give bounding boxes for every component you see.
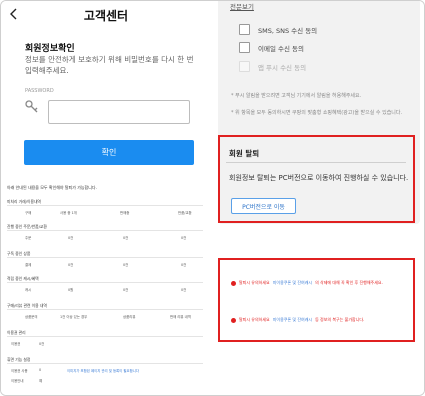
guide-cell: 구매 xyxy=(25,211,32,215)
guide-cell: 판매중 xyxy=(120,211,130,215)
guide-cell: 0건 xyxy=(181,236,187,240)
guide-cell: 판매 리뷰 내역 xyxy=(170,315,191,319)
warning-prefix: 탈퇴시 유의하세요 xyxy=(239,280,270,285)
divider xyxy=(7,230,203,231)
guide-cell: 0건 xyxy=(123,288,129,292)
divider xyxy=(7,282,203,283)
account-confirm-panel: 고객센터 회원정보확인 정보를 안전하게 보호하기 위해 비밀번호를 다시 한 … xyxy=(1,1,211,395)
section-description: 정보를 안전하게 보호하기 위해 비밀번호를 다시 한 번 입력해주세요. xyxy=(25,55,194,75)
withdraw-warning-box: 탈퇴시 유의하세요 미이용쿠폰 및 잔여캐시 의 삭제에 대해 꼭 확인 후 진… xyxy=(218,258,415,342)
email-consent-row[interactable]: 이메일 수신 동의 xyxy=(239,42,304,53)
guide-cell: 캐시 xyxy=(25,288,32,292)
email-consent-label: 이메일 수신 동의 xyxy=(258,44,304,53)
alert-icon xyxy=(231,317,236,323)
settings-panel: 전문보기 SMS, SNS 수신 동의 이메일 수신 동의 앱 푸시 수신 동의… xyxy=(213,1,424,395)
warning-row: 탈퇴시 유의하세요 미이용쿠폰 및 잔여캐시 의 삭제에 대해 꼭 확인 후 진… xyxy=(231,280,383,286)
warning-row: 탈퇴시 유의하세요 미이용쿠폰 및 잔여캐시 등 정보의 복구는 불가합니다. xyxy=(231,317,364,323)
sms-checkbox[interactable] xyxy=(239,24,250,35)
guide-cell: 이용안내 xyxy=(11,379,24,383)
guide-cell: 0건 xyxy=(181,263,187,267)
warning-prefix: 탈퇴시 유의하세요 xyxy=(239,317,270,322)
email-checkbox[interactable] xyxy=(239,42,250,53)
guide-cell: 0건 xyxy=(39,342,45,346)
push-consent-label: 앱 푸시 수신 동의 xyxy=(258,63,307,72)
divider xyxy=(7,336,203,337)
sms-consent-label: SMS, SNS 수신 동의 xyxy=(258,26,318,35)
push-consent-row[interactable]: 앱 푸시 수신 동의 xyxy=(239,61,306,72)
guide-cell: 주문 xyxy=(25,236,32,240)
push-notice: * 푸시 알림을 받으려면 고객님 기기에서 알림을 허용해주세요. xyxy=(231,93,362,99)
guide-link[interactable]: 이미지가 포함된 페이지 관리 및 등록이 필요합니다 xyxy=(67,368,139,373)
guide-cell: 상품리뷰 xyxy=(123,315,136,319)
divider xyxy=(226,162,406,163)
section-title: 회원정보확인 xyxy=(25,44,75,54)
password-label: PASSWORD xyxy=(25,88,54,94)
guide-note: 아래 안내된 내용을 모두 확인해야 탈퇴가 가능합니다. xyxy=(7,185,97,190)
page-title: 고객센터 xyxy=(83,9,129,23)
alert-icon xyxy=(231,280,236,286)
divider xyxy=(7,257,203,258)
guide-cell: 상품문의 xyxy=(25,315,38,319)
withdraw-section: 회원 탈퇴 회원정보 탈퇴는 PC버전으로 이동하여 진행하실 수 있습니다. … xyxy=(218,135,415,223)
guide-cell: 0건 xyxy=(68,236,74,240)
guide-cell: 0건 xyxy=(68,263,74,267)
guide-cell: 사용 중 1개 xyxy=(60,211,77,215)
guide-cell: 반품/교환 xyxy=(178,211,192,215)
guide-cell: 0건 xyxy=(181,288,187,292)
password-input[interactable] xyxy=(48,100,190,124)
confirm-button[interactable]: 확인 xyxy=(24,140,194,165)
warning-link[interactable]: 미이용쿠폰 및 잔여캐시 xyxy=(273,317,312,323)
sms-consent-row[interactable]: SMS, SNS 수신 동의 xyxy=(239,24,317,35)
withdraw-description: 회원정보 탈퇴는 PC버전으로 이동하여 진행하실 수 있습니다. xyxy=(229,174,409,182)
view-all-link[interactable]: 전문보기 xyxy=(230,1,254,11)
guide-cell: 이용권 xyxy=(11,342,21,346)
key-icon xyxy=(25,100,38,113)
guide-cell: 0 xyxy=(39,368,42,372)
warning-suffix: 등 정보의 복구는 불가합니다. xyxy=(315,317,365,322)
screenshot-frame: 고객센터 회원정보확인 정보를 안전하게 보호하기 위해 비밀번호를 다시 한 … xyxy=(0,0,425,396)
guide-cell: 0건 xyxy=(123,236,129,240)
guide-cell: 1건 이상 있는 경우 xyxy=(60,315,88,319)
warning-link[interactable]: 미이용쿠폰 및 잔여캐시 xyxy=(273,280,312,286)
push-checkbox[interactable] xyxy=(239,61,250,72)
divider xyxy=(7,309,203,310)
guide-cell: 결제 xyxy=(25,263,32,267)
pc-version-button[interactable]: PC버전으로 이동 xyxy=(231,198,296,214)
warning-suffix: 의 삭제에 대해 꼭 확인 후 진행해주세요. xyxy=(315,280,383,285)
withdraw-title: 회원 탈퇴 xyxy=(229,149,260,158)
benefit-notice: * 위 항목을 모두 동의하시면 쿠팡의 맞춤형 쇼핑혜택(광고)을 받으실 수… xyxy=(231,110,403,116)
guide-cell: 0원 xyxy=(68,288,74,292)
guide-cell: 0건 xyxy=(123,263,129,267)
divider xyxy=(7,205,203,206)
guide-cell: 예 xyxy=(39,379,43,383)
guide-cell: 이용권 사용 xyxy=(11,369,28,373)
divider xyxy=(7,363,203,364)
